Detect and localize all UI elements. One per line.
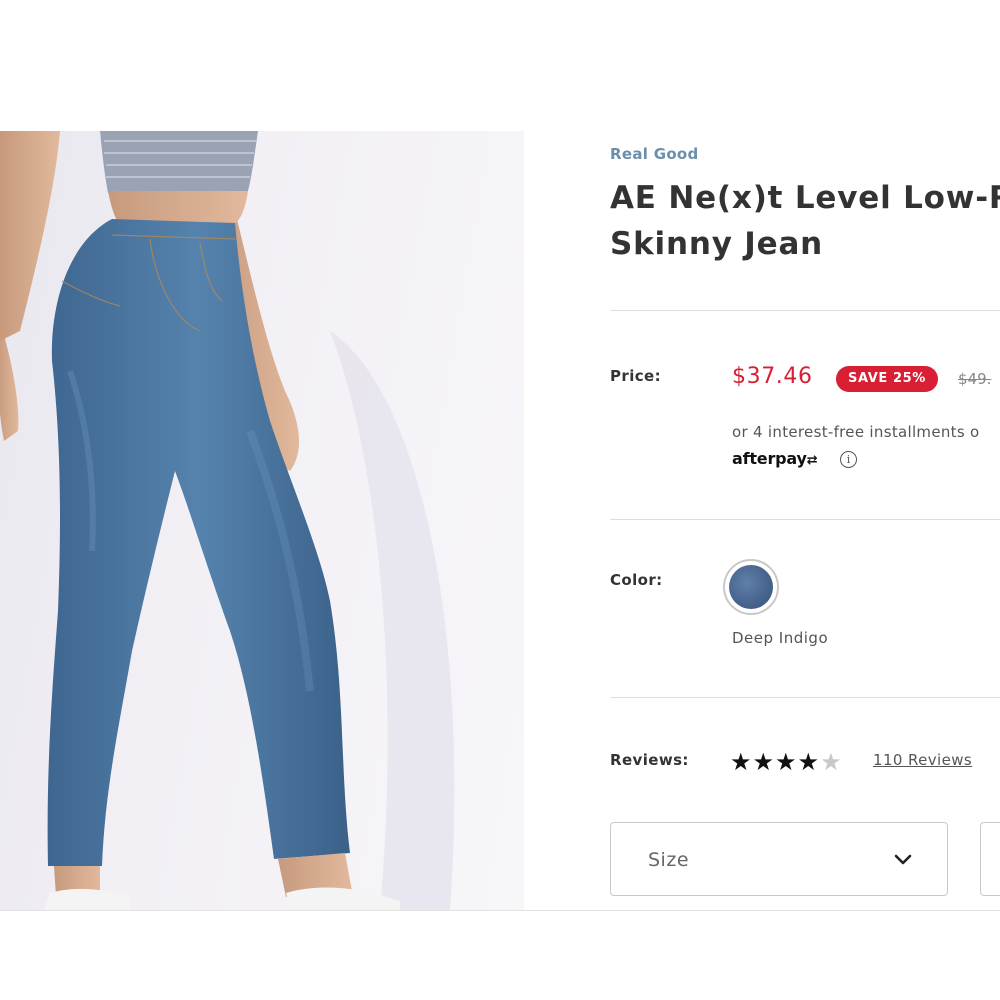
quantity-select[interactable] bbox=[980, 822, 1000, 896]
info-icon[interactable]: i bbox=[840, 451, 857, 468]
product-title: AE Ne(x)t Level Low-R Skinny Jean bbox=[610, 175, 1000, 267]
price-label: Price: bbox=[610, 367, 661, 385]
jeans-photo-illustration bbox=[0, 131, 455, 910]
product-title-line2: Skinny Jean bbox=[610, 226, 824, 262]
brand-name[interactable]: Real Good bbox=[610, 145, 699, 163]
divider bbox=[610, 519, 1000, 520]
save-badge: SAVE 25% bbox=[836, 366, 938, 392]
star-icon: ★ bbox=[730, 748, 753, 776]
product-image[interactable] bbox=[0, 131, 524, 910]
star-rating: ★★★★★ bbox=[730, 748, 843, 776]
size-select[interactable]: Size bbox=[610, 822, 948, 896]
star-empty-icon: ★ bbox=[820, 748, 843, 776]
product-title-line1: AE Ne(x)t Level Low-R bbox=[610, 180, 1000, 216]
reviews-link[interactable]: 110 Reviews bbox=[873, 751, 972, 769]
star-icon: ★ bbox=[797, 748, 821, 776]
color-swatch-deep-indigo[interactable] bbox=[723, 559, 779, 615]
chevron-down-icon bbox=[894, 854, 912, 865]
selected-color-name: Deep Indigo bbox=[732, 629, 829, 647]
product-details: Real Good AE Ne(x)t Level Low-R Skinny J… bbox=[610, 0, 1000, 1000]
color-swatch-fill bbox=[729, 565, 773, 609]
color-label: Color: bbox=[610, 571, 663, 589]
size-select-placeholder: Size bbox=[648, 849, 690, 871]
afterpay-arrows-icon: ⇄ bbox=[806, 453, 818, 468]
star-icon: ★ bbox=[752, 748, 776, 776]
afterpay-logo: afterpay⇄ bbox=[732, 449, 818, 468]
star-icon: ★ bbox=[775, 748, 798, 776]
installments-text: or 4 interest-free installments o bbox=[732, 423, 980, 441]
reviews-label: Reviews: bbox=[610, 751, 689, 769]
sale-price: $37.46 bbox=[732, 364, 813, 389]
divider bbox=[0, 910, 1000, 911]
divider bbox=[610, 697, 1000, 698]
divider bbox=[610, 310, 1000, 311]
afterpay-logo-text: afterpay bbox=[732, 449, 807, 468]
original-price: $49. bbox=[958, 370, 992, 388]
